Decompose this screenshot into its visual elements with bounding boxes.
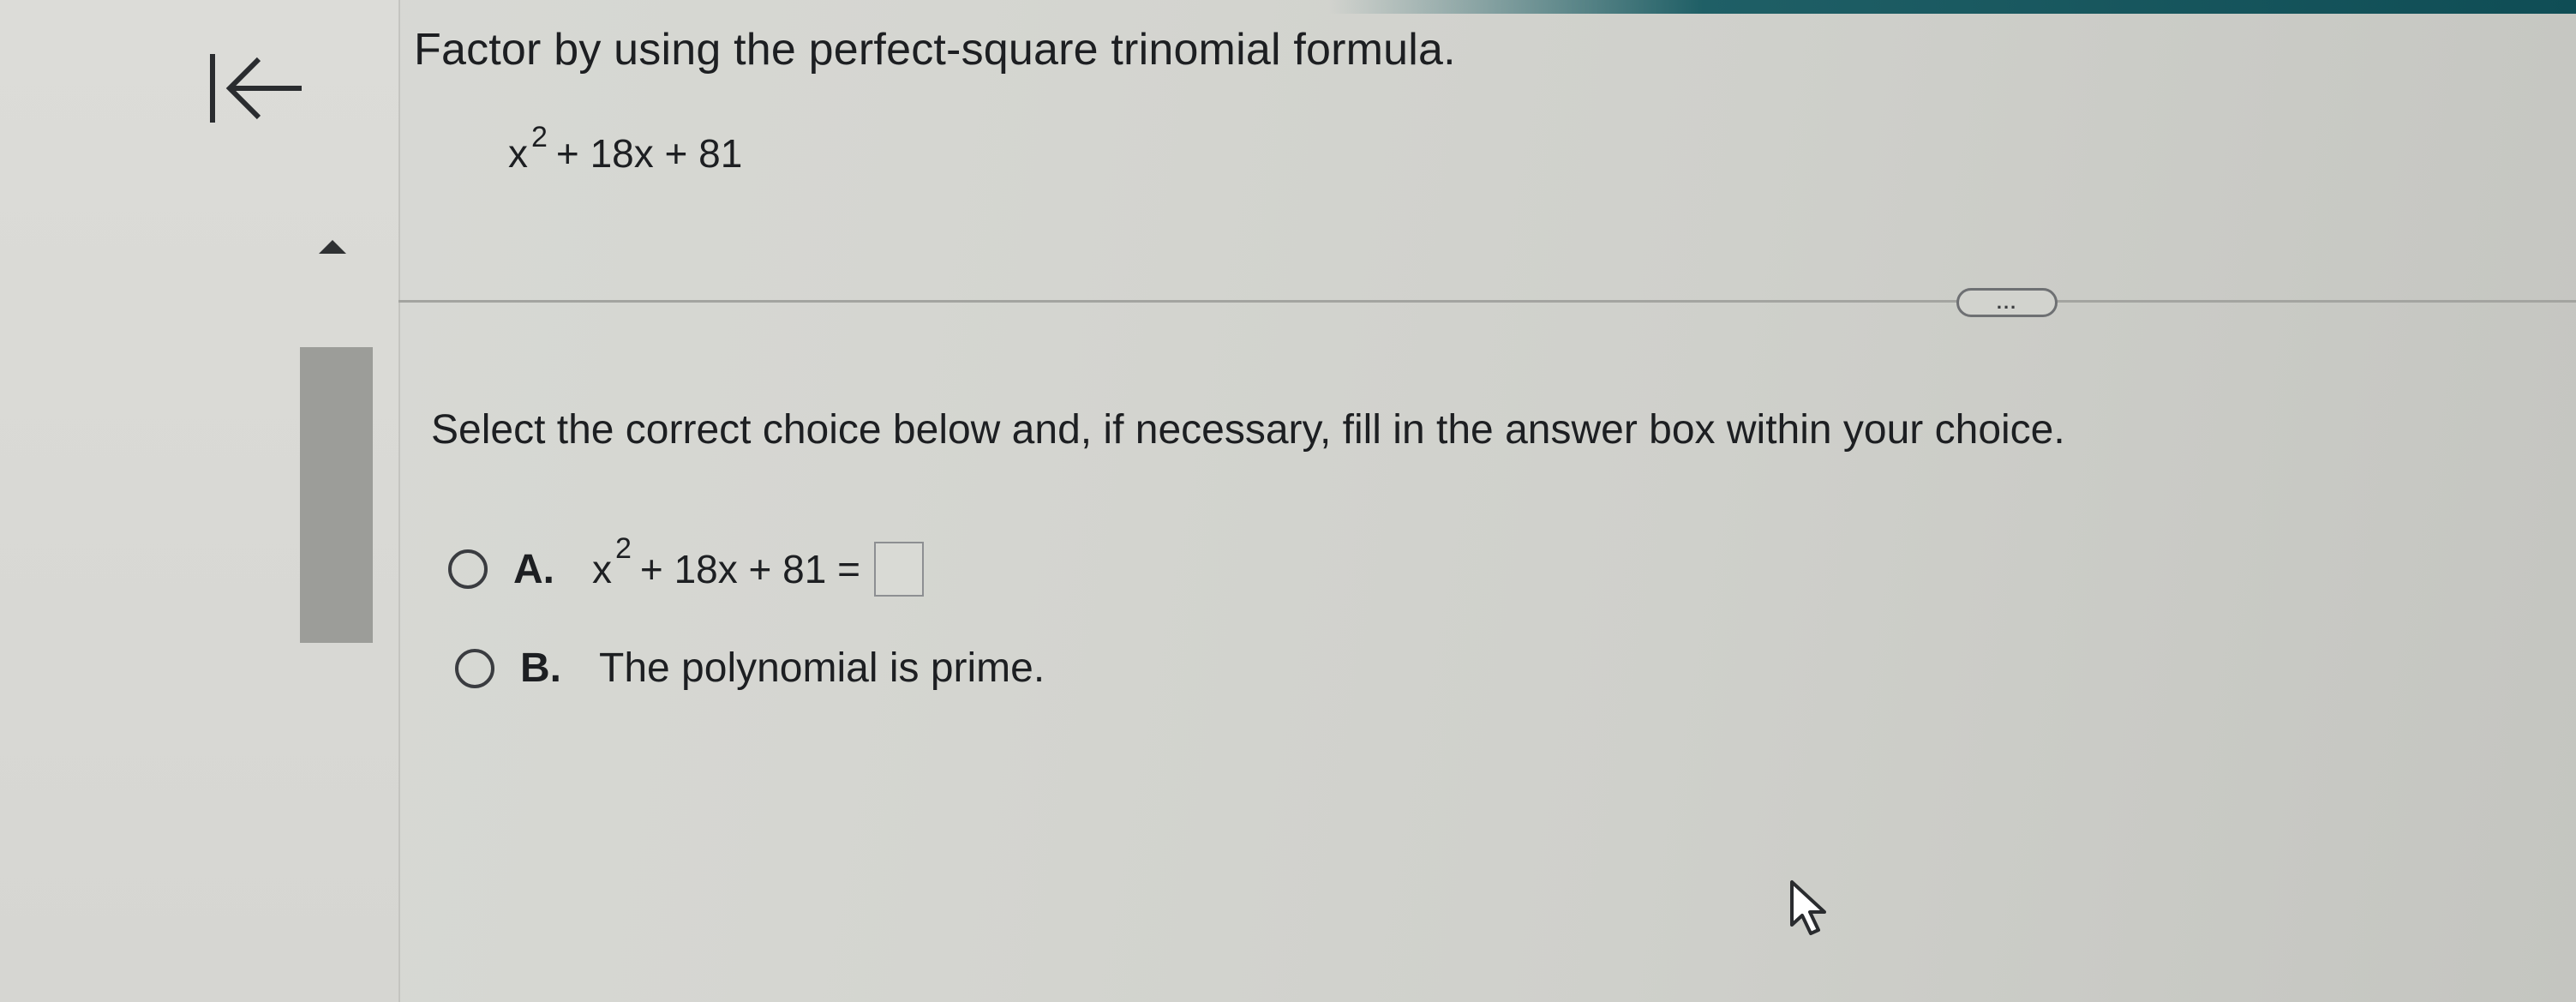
scrollbar[interactable] bbox=[300, 223, 373, 1002]
scroll-up-arrow-icon[interactable] bbox=[319, 240, 346, 254]
answer-box[interactable] bbox=[873, 542, 924, 597]
choice-a-rest: + 18x + 81 = bbox=[639, 547, 860, 591]
more-button[interactable]: ... bbox=[1956, 288, 2058, 317]
back-button[interactable] bbox=[206, 47, 309, 133]
expression-base: x bbox=[508, 131, 528, 176]
expression-exponent: 2 bbox=[531, 121, 548, 153]
scrollbar-thumb[interactable] bbox=[300, 347, 373, 643]
question-pane: Factor by using the perfect-square trino… bbox=[398, 0, 2576, 1002]
expression-rest: + 18x + 81 bbox=[555, 131, 743, 176]
instructions: Select the correct choice below and, if … bbox=[431, 407, 2065, 453]
question-prompt: Factor by using the perfect-square trino… bbox=[414, 25, 1456, 75]
radio-button-a[interactable] bbox=[448, 549, 488, 589]
left-panel bbox=[0, 0, 400, 1002]
choice-b-text: The polynomial is prime. bbox=[599, 645, 1045, 691]
choice-a-letter: A. bbox=[513, 546, 554, 592]
choice-a[interactable]: A. x 2 + 18x + 81 = bbox=[448, 532, 924, 597]
back-to-start-icon bbox=[210, 54, 302, 123]
choice-b[interactable]: B. The polynomial is prime. bbox=[455, 645, 1045, 692]
choice-a-base: x bbox=[592, 547, 612, 591]
radio-button-b[interactable] bbox=[455, 648, 494, 688]
choice-b-letter: B. bbox=[520, 645, 561, 691]
choice-a-exponent: 2 bbox=[615, 531, 632, 565]
divider bbox=[398, 300, 2576, 303]
choice-a-expression: x 2 + 18x + 81 = bbox=[592, 532, 924, 597]
mouse-pointer-icon bbox=[1790, 880, 1826, 935]
question-expression: x 2 + 18x + 81 bbox=[508, 121, 743, 177]
